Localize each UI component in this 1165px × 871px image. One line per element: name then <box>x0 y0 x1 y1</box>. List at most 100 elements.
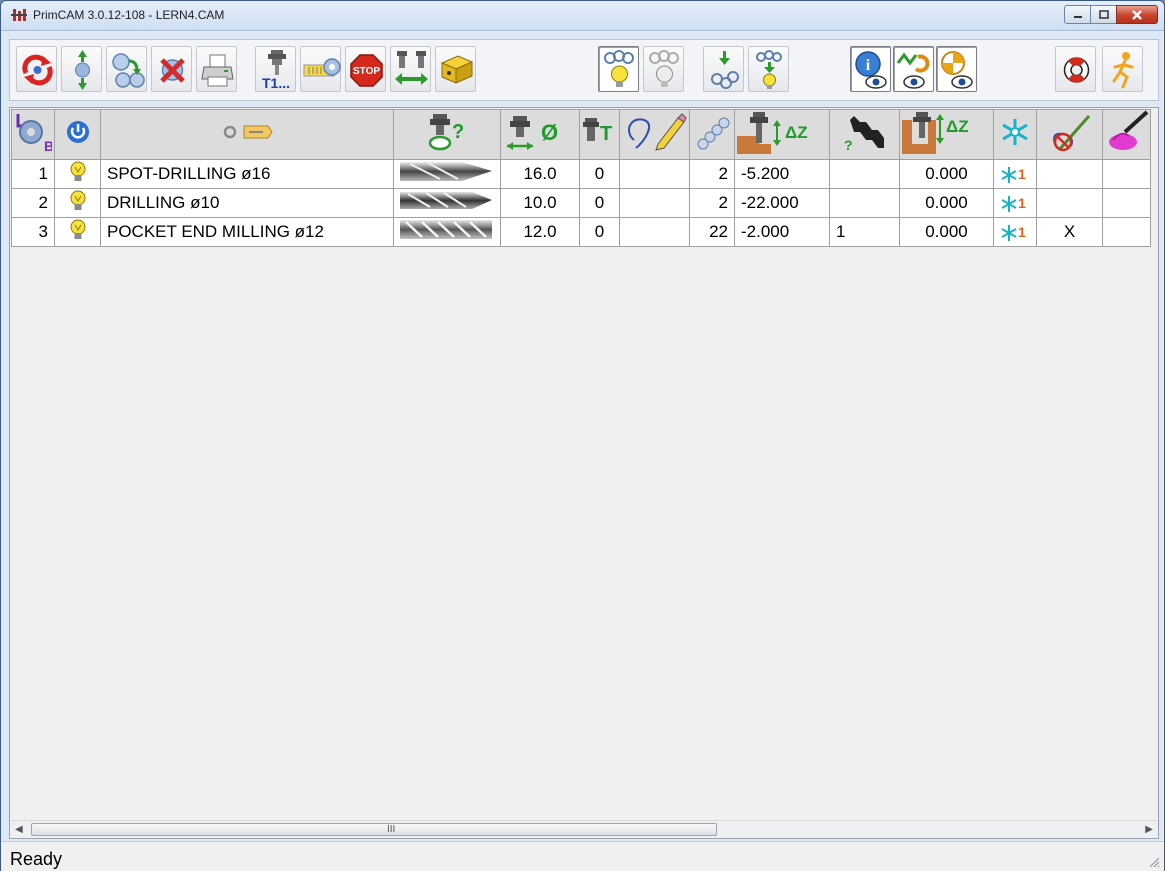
table-row[interactable]: 2 DRILLING ø10 10.0 0 2 -22.000 0.000 1 <box>11 188 1151 218</box>
edit-path-cell[interactable] <box>619 217 690 247</box>
table-row[interactable]: 1 SPOT-DRILLING ø16 16.0 0 2 -5.200 0.00… <box>11 159 1151 189</box>
operation-name[interactable]: SPOT-DRILLING ø16 <box>100 159 394 189</box>
table-row[interactable]: 3 POCKET END MILLING ø12 12.0 0 22 -2.00… <box>11 217 1151 247</box>
tool-t1-label: T1... <box>262 75 291 91</box>
scroll-right-icon[interactable]: ▶ <box>1145 824 1153 835</box>
row-active-toggle[interactable] <box>54 159 101 189</box>
operation-name[interactable]: DRILLING ø10 <box>100 188 394 218</box>
scroll-left-icon[interactable]: ◀ <box>15 824 23 835</box>
coolant-cell[interactable]: 1 <box>993 217 1037 247</box>
minimize-button[interactable] <box>1064 5 1091 24</box>
no-path-flag[interactable] <box>1036 188 1103 218</box>
depth-value[interactable]: -2.000 <box>734 217 830 247</box>
coolant-cell[interactable]: 1 <box>993 159 1037 189</box>
origin-view-icon <box>941 51 973 89</box>
toolbar-button-tool-t1[interactable]: T1... <box>255 46 296 92</box>
toolbar-button-print[interactable] <box>196 46 237 92</box>
toolbar-button-bulb-off[interactable] <box>643 46 684 92</box>
column-header-edit-path[interactable] <box>619 109 690 160</box>
toolbar-button-bulb-on[interactable] <box>598 46 639 92</box>
app-window: PrimCAM 3.0.12-108 - LERN4.CAM T1... STO… <box>0 0 1165 871</box>
tool-number-value[interactable]: 0 <box>579 217 620 247</box>
column-header-tool[interactable]: ? <box>393 109 501 160</box>
tool-table-icon <box>303 58 341 77</box>
toolbar-button-info-view[interactable]: i <box>850 46 891 92</box>
spot-drill-tool-icon <box>400 162 492 181</box>
toolbar-button-refresh[interactable] <box>16 46 57 92</box>
column-header-paint[interactable] <box>1102 109 1151 160</box>
toolbar-button-move[interactable] <box>61 46 102 92</box>
column-header-coolant[interactable] <box>993 109 1037 160</box>
toolbar-button-gears-bulb[interactable] <box>748 46 789 92</box>
end-mill-tool-icon <box>400 220 492 239</box>
tool-change-icon <box>395 51 428 85</box>
row-active-toggle[interactable] <box>54 217 101 247</box>
safe-height-value[interactable]: 0.000 <box>899 217 994 247</box>
steps-value[interactable] <box>829 159 900 189</box>
passes-value[interactable]: 22 <box>689 217 735 247</box>
passes-value[interactable]: 2 <box>689 188 735 218</box>
close-icon <box>1132 9 1142 20</box>
refresh-cycle-icon <box>22 54 53 86</box>
maximize-button[interactable] <box>1090 5 1117 24</box>
toolbar-button-path-view[interactable] <box>893 46 934 92</box>
edit-path-cell[interactable] <box>619 159 690 189</box>
depth-value[interactable]: -22.000 <box>734 188 830 218</box>
scrollbar-thumb[interactable]: III <box>31 823 717 836</box>
op-sequence-icon: B <box>16 114 54 154</box>
tool-number-value[interactable]: 0 <box>579 159 620 189</box>
steps-value[interactable]: 1 <box>829 217 900 247</box>
info-view-icon: i <box>855 51 887 89</box>
tool-diameter-value[interactable]: 16.0 <box>500 159 580 189</box>
coolant-cell[interactable]: 1 <box>993 188 1037 218</box>
row-number: 1 <box>11 159 55 189</box>
safe-height-value[interactable]: 0.000 <box>899 159 994 189</box>
toolbar-button-origin-view[interactable] <box>936 46 977 92</box>
column-header-tool-number[interactable]: T <box>579 109 620 160</box>
column-header-passes[interactable] <box>689 109 735 160</box>
depth-value[interactable]: -5.200 <box>734 159 830 189</box>
edit-path-icon <box>627 113 687 151</box>
coolant-index: 1 <box>1018 166 1026 182</box>
toolbar-button-fixture[interactable] <box>435 46 476 92</box>
title-bar[interactable]: PrimCAM 3.0.12-108 - LERN4.CAM <box>1 1 1164 31</box>
path-view-icon <box>896 52 930 89</box>
gears-bulb-icon <box>756 50 782 89</box>
column-header-diameter[interactable]: Ø <box>500 109 580 160</box>
gears-down-icon <box>711 51 739 89</box>
tool-diameter-value[interactable]: 10.0 <box>500 188 580 218</box>
toolbar-button-tool-change[interactable] <box>390 46 431 92</box>
column-header-no-path[interactable] <box>1036 109 1103 160</box>
column-header-operation[interactable] <box>100 109 394 160</box>
safe-height-value[interactable]: 0.000 <box>899 188 994 218</box>
status-text: Ready <box>10 849 63 869</box>
horizontal-scrollbar[interactable]: ◀ III ▶ <box>11 820 1157 837</box>
resize-grip-icon[interactable] <box>1148 856 1160 868</box>
passes-value[interactable]: 2 <box>689 159 735 189</box>
edit-path-cell[interactable] <box>619 188 690 218</box>
toolbar-button-help[interactable] <box>1055 46 1096 92</box>
toolbar-button-delete[interactable] <box>151 46 192 92</box>
no-path-flag[interactable]: X <box>1036 217 1103 247</box>
operation-name[interactable]: POCKET END MILLING ø12 <box>100 217 394 247</box>
column-header-sequence[interactable]: B <box>11 109 55 160</box>
toolbar-button-gears-down[interactable] <box>703 46 744 92</box>
close-button[interactable] <box>1116 5 1158 24</box>
tool-diameter-icon: Ø <box>507 116 558 150</box>
toolbar-button-stop[interactable]: STOP <box>345 46 386 92</box>
color-swatch[interactable] <box>1102 217 1151 247</box>
tool-diameter-value[interactable]: 12.0 <box>500 217 580 247</box>
toolbar-button-duplicate[interactable] <box>106 46 147 92</box>
color-swatch[interactable] <box>1102 188 1151 218</box>
column-header-steps[interactable]: ? <box>829 109 900 160</box>
no-path-flag[interactable] <box>1036 159 1103 189</box>
toolbar-button-tool-table[interactable] <box>300 46 341 92</box>
tool-number-value[interactable]: 0 <box>579 188 620 218</box>
toolbar-button-run[interactable] <box>1102 46 1143 92</box>
color-swatch[interactable] <box>1102 159 1151 189</box>
column-header-active[interactable] <box>54 109 101 160</box>
column-header-safe-height[interactable]: ΔZ <box>899 109 994 160</box>
column-header-depth[interactable]: ΔZ <box>734 109 830 160</box>
row-active-toggle[interactable] <box>54 188 101 218</box>
steps-value[interactable] <box>829 188 900 218</box>
